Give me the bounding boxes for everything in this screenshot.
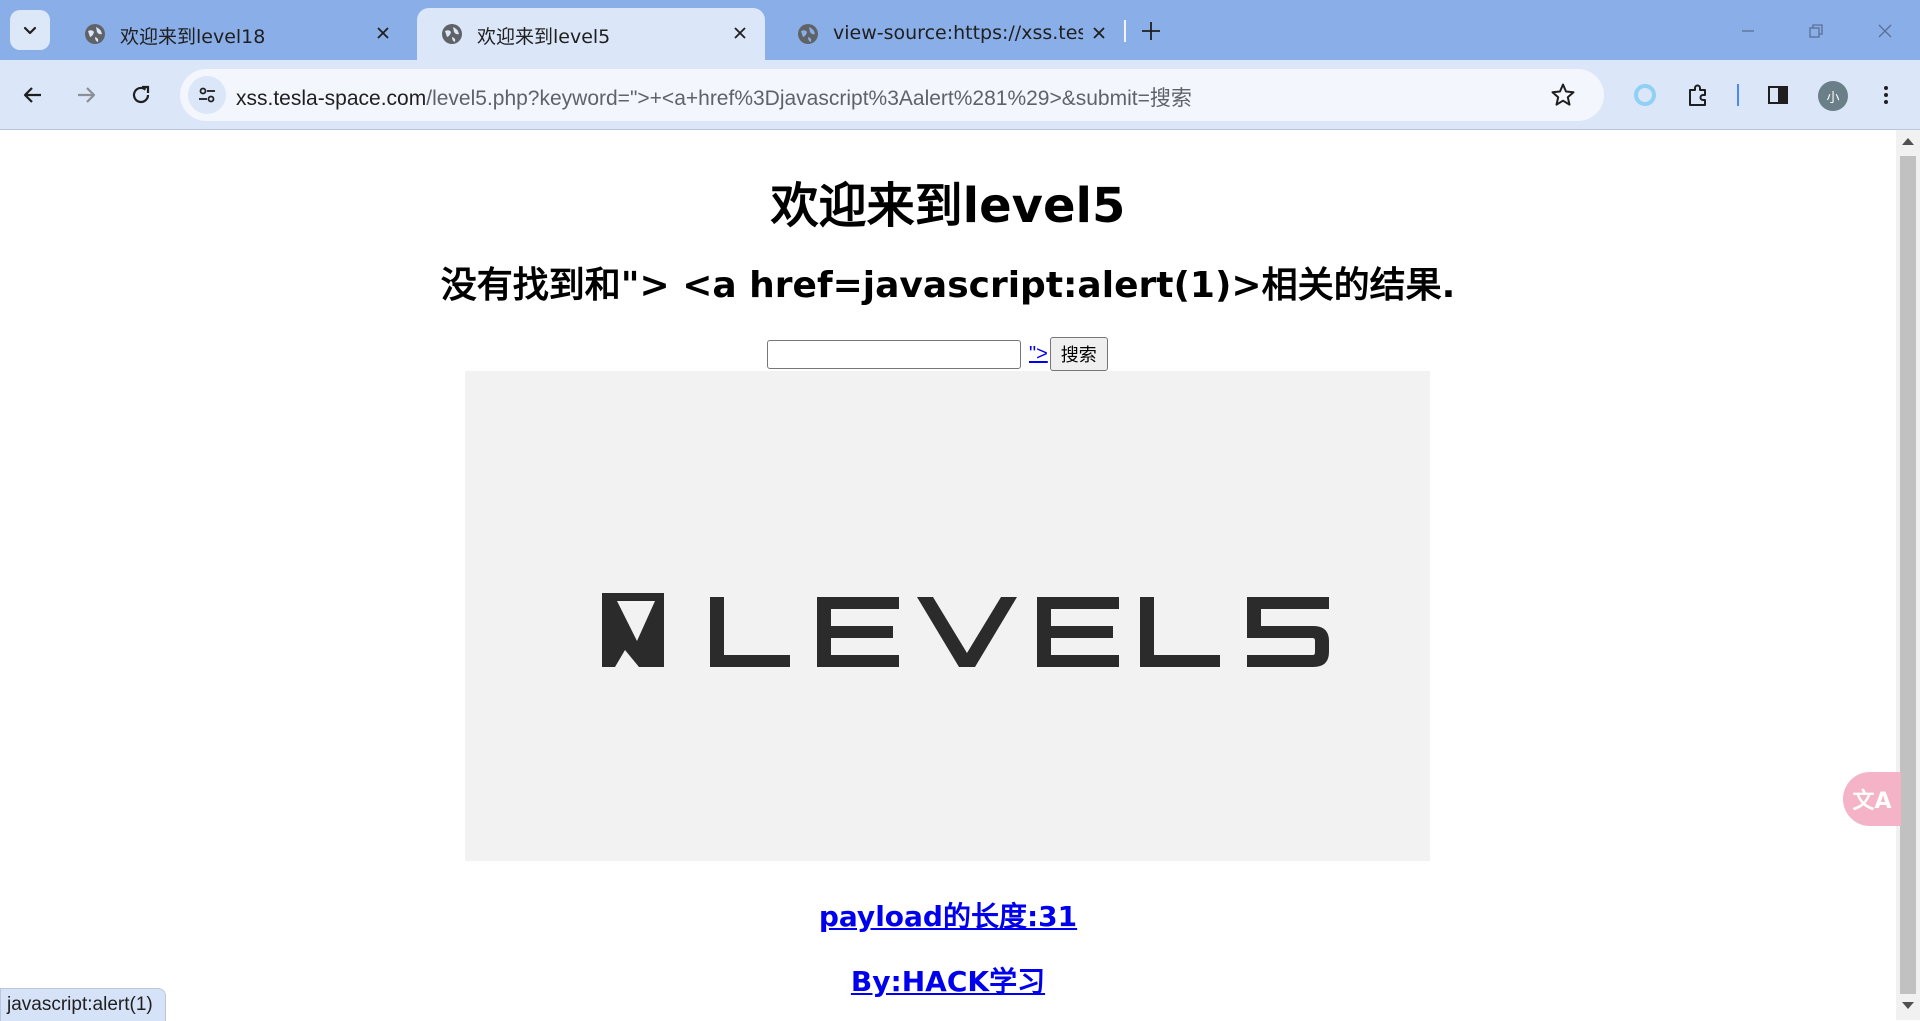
scroll-up-arrow[interactable] xyxy=(1902,138,1914,145)
search-input[interactable] xyxy=(767,339,1021,369)
search-result-message: 没有找到和"> <a href=javascript:alert(1)>相关的结… xyxy=(440,265,1456,306)
forward-button[interactable] xyxy=(68,77,104,113)
tab-level18[interactable]: 欢迎来到level18 xyxy=(60,8,405,60)
tab-search-button[interactable] xyxy=(10,10,50,50)
tab-strip: 欢迎来到level18 欢迎来到level5 view-source:https… xyxy=(0,0,1920,60)
close-tab-icon[interactable] xyxy=(729,22,751,44)
tab-level5[interactable]: 欢迎来到level5 xyxy=(417,8,765,60)
logo-mark xyxy=(602,593,664,667)
injected-link[interactable]: "> xyxy=(1029,343,1048,366)
logo-letter-l xyxy=(710,597,790,667)
reload-button[interactable] xyxy=(123,77,159,113)
arrow-left-icon xyxy=(23,87,41,103)
url-text[interactable]: xss.tesla-space.com/level5.php?keyword="… xyxy=(236,82,1192,112)
menu-button[interactable] xyxy=(1868,77,1904,113)
level5-logo xyxy=(602,593,1329,667)
translate-icon: 文A xyxy=(1852,789,1892,814)
globe-icon xyxy=(442,24,462,44)
payload-length-link[interactable]: payload的长度:31 xyxy=(0,895,1896,935)
chevron-down-icon xyxy=(23,26,37,35)
tab-title: 欢迎来到level5 xyxy=(477,26,611,48)
site-info-button[interactable] xyxy=(188,76,226,114)
side-panel-icon xyxy=(1768,86,1788,104)
toolbar-divider xyxy=(1737,84,1739,106)
side-panel-button[interactable] xyxy=(1760,77,1796,113)
page-title: 欢迎来到level5 xyxy=(770,178,1126,234)
globe-icon xyxy=(798,24,818,44)
close-window-icon[interactable] xyxy=(1870,16,1900,46)
extension-ring-button[interactable] xyxy=(1627,77,1663,113)
logo-letter-l2 xyxy=(1140,597,1220,667)
logo-letter-e2 xyxy=(1037,597,1119,667)
url-path: /level5.php?keyword=">+<a+href%3Djavascr… xyxy=(426,87,1192,110)
ring-extension-icon xyxy=(1634,84,1656,106)
logo-letter-e xyxy=(817,597,899,667)
reload-icon xyxy=(132,85,150,104)
minimize-icon[interactable] xyxy=(1733,16,1763,46)
bookmark-star-icon[interactable] xyxy=(1550,82,1576,108)
close-tab-icon[interactable] xyxy=(372,22,394,44)
author-link[interactable]: By:HACK学习 xyxy=(0,960,1896,1000)
arrow-right-icon xyxy=(78,87,96,103)
tune-icon xyxy=(199,87,215,103)
extensions-button[interactable] xyxy=(1680,77,1716,113)
page-content: 欢迎来到level5 没有找到和"> <a href=javascript:al… xyxy=(0,130,1896,1020)
more-vert-icon xyxy=(1884,86,1888,104)
status-url-bubble: javascript:alert(1) xyxy=(0,988,166,1021)
close-tab-icon[interactable] xyxy=(1088,22,1110,44)
page-scrollbar[interactable] xyxy=(1896,130,1920,1020)
back-button[interactable] xyxy=(15,77,51,113)
scroll-thumb[interactable] xyxy=(1900,156,1916,994)
logo-text: LEVEL5 xyxy=(1430,371,1431,372)
logo-digit-5 xyxy=(1247,597,1329,667)
translate-widget[interactable]: 文A xyxy=(1843,772,1901,826)
scroll-down-arrow[interactable] xyxy=(1902,1002,1914,1009)
tab-title: 欢迎来到level18 xyxy=(120,26,266,48)
restore-icon[interactable] xyxy=(1801,16,1831,46)
search-form: "> 搜索 xyxy=(767,337,1108,371)
search-button[interactable]: 搜索 xyxy=(1049,337,1108,371)
tab-separator xyxy=(1124,20,1126,42)
level5-logo-image: LEVEL5 xyxy=(465,371,1430,861)
globe-icon xyxy=(85,24,105,44)
address-bar[interactable]: xss.tesla-space.com/level5.php?keyword="… xyxy=(180,69,1604,121)
url-host: xss.tesla-space.com xyxy=(236,87,427,110)
logo-letter-v xyxy=(917,597,1017,667)
tab-view-source[interactable]: view-source:https://xss.tesla- xyxy=(773,8,1118,60)
browser-toolbar: xss.tesla-space.com/level5.php?keyword="… xyxy=(0,60,1920,130)
new-tab-icon[interactable] xyxy=(1138,18,1164,44)
puzzle-icon xyxy=(1689,84,1706,106)
profile-avatar[interactable]: 小 xyxy=(1818,81,1848,111)
tab-title: view-source:https://xss.tesla- xyxy=(833,22,1083,44)
